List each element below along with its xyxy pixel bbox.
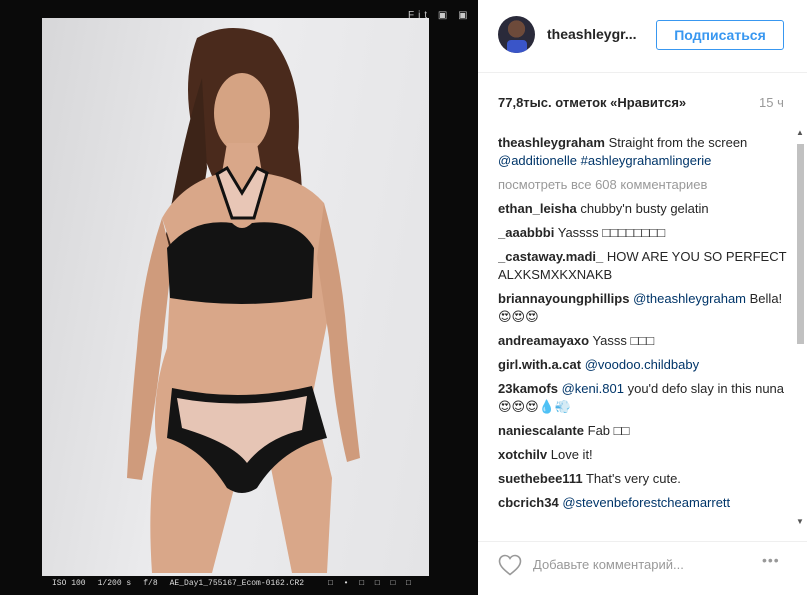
comment-username[interactable]: girl.with.a.cat xyxy=(498,357,581,372)
comment-mention[interactable]: @theashleygraham xyxy=(633,291,746,306)
filename: AE_Day1_755167_Ecom-0162.CR2 xyxy=(169,578,305,588)
comment-username[interactable]: naniescalante xyxy=(498,423,584,438)
view-all-comments-link[interactable]: посмотреть все 608 комментариев xyxy=(498,176,794,194)
comment-item: naniescalante Fab □□ xyxy=(498,422,794,440)
photo-image xyxy=(42,18,429,576)
comment-username[interactable]: 23kamofs xyxy=(498,381,558,396)
comment-username[interactable]: _aaabbbi xyxy=(498,225,554,240)
comment-text: Yassss □□□□□□□□ xyxy=(557,225,666,240)
comment-text: chubby'n busty gelatin xyxy=(580,201,709,216)
post-time[interactable]: 15 ч xyxy=(759,95,784,110)
heart-icon[interactable] xyxy=(498,554,522,576)
aperture-value: f/8 xyxy=(143,578,158,588)
comment-username[interactable]: briannayoungphillips xyxy=(498,291,629,306)
camera-info-strip: ISO 100 1/200 s f/8 AE_Day1_755167_Ecom-… xyxy=(52,576,411,590)
comment-text: Love it! xyxy=(550,447,593,462)
comment-item: briannayoungphillips @theashleygraham Be… xyxy=(498,290,794,326)
comment-username[interactable]: ethan_leisha xyxy=(498,201,577,216)
caption-username[interactable]: theashleygraham xyxy=(498,135,605,150)
iso-value: ISO 100 xyxy=(52,578,86,588)
model-illustration xyxy=(127,28,360,573)
comment-mention[interactable]: @voodoo.childbaby xyxy=(585,357,699,372)
caption: theashleygraham Straight from the screen… xyxy=(498,134,794,170)
comment-mention[interactable]: @keni.801 xyxy=(562,381,624,396)
comment-username[interactable]: cbcrich34 xyxy=(498,495,559,510)
comment-text: Fab □□ xyxy=(587,423,630,438)
comment-text: That's very cute. xyxy=(585,471,681,486)
post-footer: ••• xyxy=(478,541,807,596)
post-header: theashleygr... Подписаться xyxy=(478,0,807,73)
comment-item: ethan_leisha chubby'n busty gelatin xyxy=(498,200,794,218)
caption-text: Straight from the screen xyxy=(608,135,748,150)
caption-hashtag[interactable]: #ashleygrahamlingerie xyxy=(581,153,712,168)
comment-item: _castaway.madi_ HOW ARE YOU SO PERFECT A… xyxy=(498,248,794,284)
comment-item: xotchilv Love it! xyxy=(498,446,794,464)
comments-feed: theashleygraham Straight from the screen… xyxy=(498,134,794,529)
post-details-panel: theashleygr... Подписаться 77,8тыс. отме… xyxy=(478,0,807,595)
comment-item: suethebee111 That's very cute. xyxy=(498,470,794,488)
camera-strip-icons: □ • □ □ □ □ xyxy=(328,578,414,588)
caption-mention[interactable]: @additionelle xyxy=(498,153,577,168)
scroll-thumb[interactable] xyxy=(797,144,804,344)
more-options-icon[interactable]: ••• xyxy=(762,552,780,568)
comment-item: 23kamofs @keni.801 you'd defo slay in th… xyxy=(498,380,794,416)
comment-input[interactable] xyxy=(533,553,743,575)
comment-item: _aaabbbi Yassss □□□□□□□□ xyxy=(498,224,794,242)
comment-username[interactable]: _castaway.madi_ xyxy=(498,249,603,264)
comment-item: girl.with.a.cat @voodoo.childbaby xyxy=(498,356,794,374)
comment-text: Yasss □□□ xyxy=(592,333,655,348)
likes-count[interactable]: 77,8тыс. отметок «Нравится» xyxy=(498,95,686,110)
comment-mention[interactable]: @stevenbeforestcheamarrett xyxy=(562,495,730,510)
post-photo[interactable]: Fit ▣ ▣ ISO 100 1/200 s f/8 AE_Day1_7551… xyxy=(0,0,478,595)
avatar[interactable] xyxy=(498,16,535,53)
scroll-down-icon[interactable]: ▼ xyxy=(796,517,804,526)
shutter-value: 1/200 s xyxy=(97,578,132,588)
follow-button[interactable]: Подписаться xyxy=(656,20,784,50)
comment-username[interactable]: andreamayaxo xyxy=(498,333,589,348)
comment-item: cbcrich34 @stevenbeforestcheamarrett xyxy=(498,494,794,512)
scroll-up-icon[interactable]: ▲ xyxy=(796,128,804,137)
comment-item: andreamayaxo Yasss □□□ xyxy=(498,332,794,350)
post-username[interactable]: theashleygr... xyxy=(547,26,636,42)
comment-username[interactable]: suethebee111 xyxy=(498,471,583,486)
comments-scrollbar[interactable]: ▲ ▼ xyxy=(794,128,806,526)
comment-username[interactable]: xotchilv xyxy=(498,447,547,462)
